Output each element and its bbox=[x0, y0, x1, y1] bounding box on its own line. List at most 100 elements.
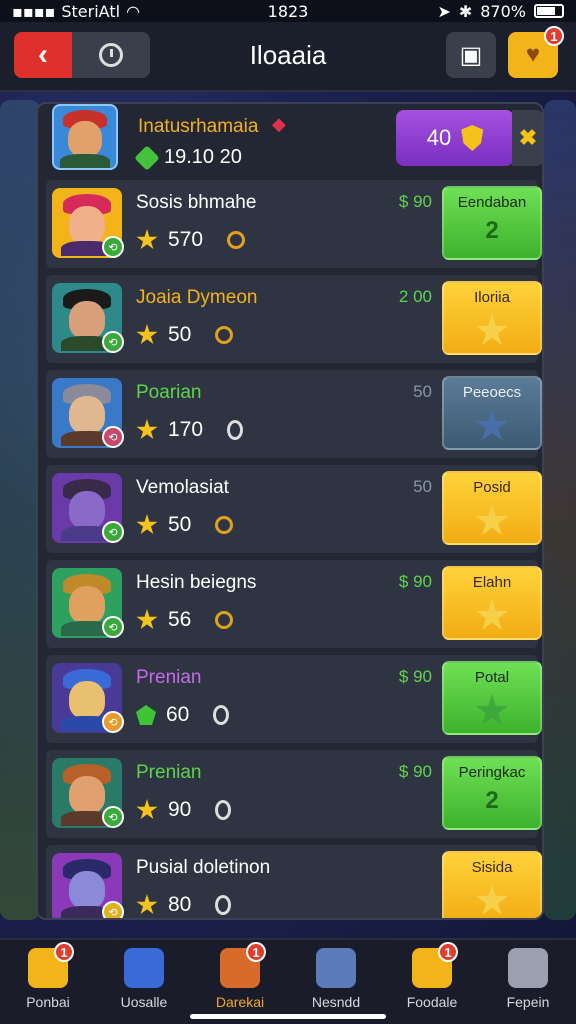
star-icon bbox=[136, 609, 158, 630]
map-button[interactable]: ▣ bbox=[446, 32, 496, 78]
home-icon: 1 bbox=[28, 942, 74, 988]
top-bar: ‹ Iloaaia ▣ ♥ 1 bbox=[0, 22, 576, 92]
star-icon: ✖ bbox=[518, 125, 538, 150]
close-level-button[interactable]: ✖ bbox=[512, 110, 542, 166]
notification-badge: 1 bbox=[544, 26, 564, 46]
row-score-value: 50 bbox=[168, 513, 192, 536]
link-icon: ⟲ bbox=[102, 901, 124, 918]
row-score: 90 bbox=[136, 798, 232, 822]
link-icon: ⟲ bbox=[102, 616, 124, 638]
star-icon bbox=[136, 324, 158, 345]
nav-label: Nesndd bbox=[311, 994, 361, 1010]
action-label: Sisida bbox=[471, 859, 513, 876]
action-label: Peringkac bbox=[458, 764, 526, 781]
action-label: Eendaban bbox=[457, 194, 527, 211]
star-icon bbox=[136, 894, 158, 915]
row-price: $ 90 bbox=[398, 572, 432, 591]
row-score: 170 bbox=[136, 418, 244, 442]
link-icon: ⟲ bbox=[102, 806, 124, 828]
nav-label: Uosalle bbox=[120, 994, 168, 1010]
row-name: Sosis bhmahe bbox=[136, 192, 257, 213]
row-action-button[interactable]: Posid bbox=[442, 471, 542, 545]
action-label: Peeoecs bbox=[462, 384, 522, 401]
action-label: Elahn bbox=[472, 574, 512, 591]
notification-badge: 1 bbox=[54, 942, 74, 962]
row-score: 80 bbox=[136, 893, 232, 917]
star-icon bbox=[136, 514, 158, 535]
nav-item[interactable]: 1 Ponbai bbox=[0, 942, 96, 1016]
star-icon bbox=[475, 314, 509, 345]
table-row[interactable]: ⟲ Pusial doletinon 80 Sisida bbox=[46, 845, 542, 918]
star-icon bbox=[475, 599, 509, 630]
row-score-value: 90 bbox=[168, 798, 192, 821]
notification-badge: 1 bbox=[438, 942, 458, 962]
table-row[interactable]: ⟲ Prenian 90 $ 90 Peringkac 2 bbox=[46, 750, 542, 838]
table-row[interactable]: ⟲ Vemolasiat 50 50 Posid bbox=[46, 465, 542, 553]
table-row[interactable]: ⟲ Prenian 60 $ 90 Potal bbox=[46, 655, 542, 743]
row-name: Prenian bbox=[136, 762, 202, 783]
table-row[interactable]: ⟲ Sosis bhmahe 570 $ 90 Eendaban 2 bbox=[46, 180, 542, 268]
row-price: $ 90 bbox=[398, 667, 432, 686]
row-action-button[interactable]: Sisida bbox=[442, 851, 542, 918]
row-name: Poarian bbox=[136, 382, 202, 403]
row-score-value: 56 bbox=[168, 608, 192, 631]
row-action-button[interactable]: Potal bbox=[442, 661, 542, 735]
action-value: 2 bbox=[485, 787, 499, 814]
coin-icon bbox=[215, 516, 234, 534]
ghost-icon bbox=[508, 948, 548, 988]
row-price: $ 90 bbox=[398, 762, 432, 781]
row-action-button[interactable]: Eendaban 2 bbox=[442, 186, 542, 260]
star-icon bbox=[475, 504, 509, 535]
rewards-button[interactable]: ♥ 1 bbox=[508, 26, 564, 78]
heart-shield-icon: ♥ bbox=[525, 41, 541, 68]
nav-item[interactable]: 1 Foodale bbox=[384, 942, 480, 1016]
row-name: Prenian bbox=[136, 667, 202, 688]
table-row[interactable]: ⟲ Poarian 170 50 Peeoecs bbox=[46, 370, 542, 458]
row-price: 2 00 bbox=[398, 287, 432, 306]
star-icon bbox=[136, 799, 158, 820]
table-row[interactable]: ⟲ Hesin beiegns 56 $ 90 Elahn bbox=[46, 560, 542, 648]
notification-badge: 1 bbox=[246, 942, 266, 962]
status-bar: ▪▪▪▪ SteriAtl ◠ 1823 ➤ ✱ 870% bbox=[0, 0, 576, 22]
row-name: Pusial doletinon bbox=[136, 857, 271, 878]
player-score-value: 19.10 20 bbox=[164, 146, 242, 168]
table-row[interactable]: ⟲ Joaia Dymeon 50 2 00 Iloriia bbox=[46, 275, 542, 363]
ring-icon bbox=[227, 420, 244, 440]
row-name: Hesin beiegns bbox=[136, 572, 257, 593]
row-action-button[interactable]: Peringkac 2 bbox=[442, 756, 542, 830]
row-price: 50 bbox=[413, 382, 432, 401]
row-action-button[interactable]: Elahn bbox=[442, 566, 542, 640]
row-action-button[interactable]: Peeoecs bbox=[442, 376, 542, 450]
link-icon: ⟲ bbox=[102, 236, 124, 258]
row-score: 56 bbox=[136, 608, 234, 632]
row-name: Vemolasiat bbox=[136, 477, 229, 498]
row-score-value: 80 bbox=[168, 893, 192, 916]
nav-item[interactable]: 1 Darekai bbox=[192, 942, 288, 1016]
link-icon: ⟲ bbox=[102, 331, 124, 353]
star-icon bbox=[136, 229, 158, 250]
player-card[interactable]: Inatusrhamaia ◆ 19.10 20 40 ✖ bbox=[46, 104, 542, 178]
gem-icon bbox=[136, 705, 156, 725]
nav-label: Ponbai bbox=[26, 994, 70, 1010]
nav-item[interactable]: Nesndd bbox=[288, 946, 384, 1016]
shield-icon bbox=[461, 125, 484, 151]
star-icon bbox=[136, 419, 158, 440]
level-pill[interactable]: 40 bbox=[396, 110, 514, 166]
background-scenery-right bbox=[544, 100, 576, 920]
background-scenery bbox=[0, 100, 40, 920]
nav-label: Darekai bbox=[215, 994, 265, 1010]
action-value: 2 bbox=[485, 217, 499, 244]
profile-icon bbox=[316, 948, 356, 988]
nav-item[interactable]: Fepein bbox=[480, 946, 576, 1016]
row-score: 50 bbox=[136, 513, 234, 537]
star-icon: 1 bbox=[412, 942, 458, 988]
shield-icon bbox=[124, 948, 164, 988]
nav-item[interactable]: Uosalle bbox=[96, 946, 192, 1016]
home-indicator bbox=[190, 1014, 386, 1019]
action-label: Iloriia bbox=[474, 289, 510, 306]
star-icon bbox=[475, 884, 509, 915]
row-action-button[interactable]: Iloriia bbox=[442, 281, 542, 355]
gem-icon bbox=[134, 144, 160, 171]
link-icon: ⟲ bbox=[102, 711, 124, 733]
row-score: 570 bbox=[136, 228, 246, 252]
